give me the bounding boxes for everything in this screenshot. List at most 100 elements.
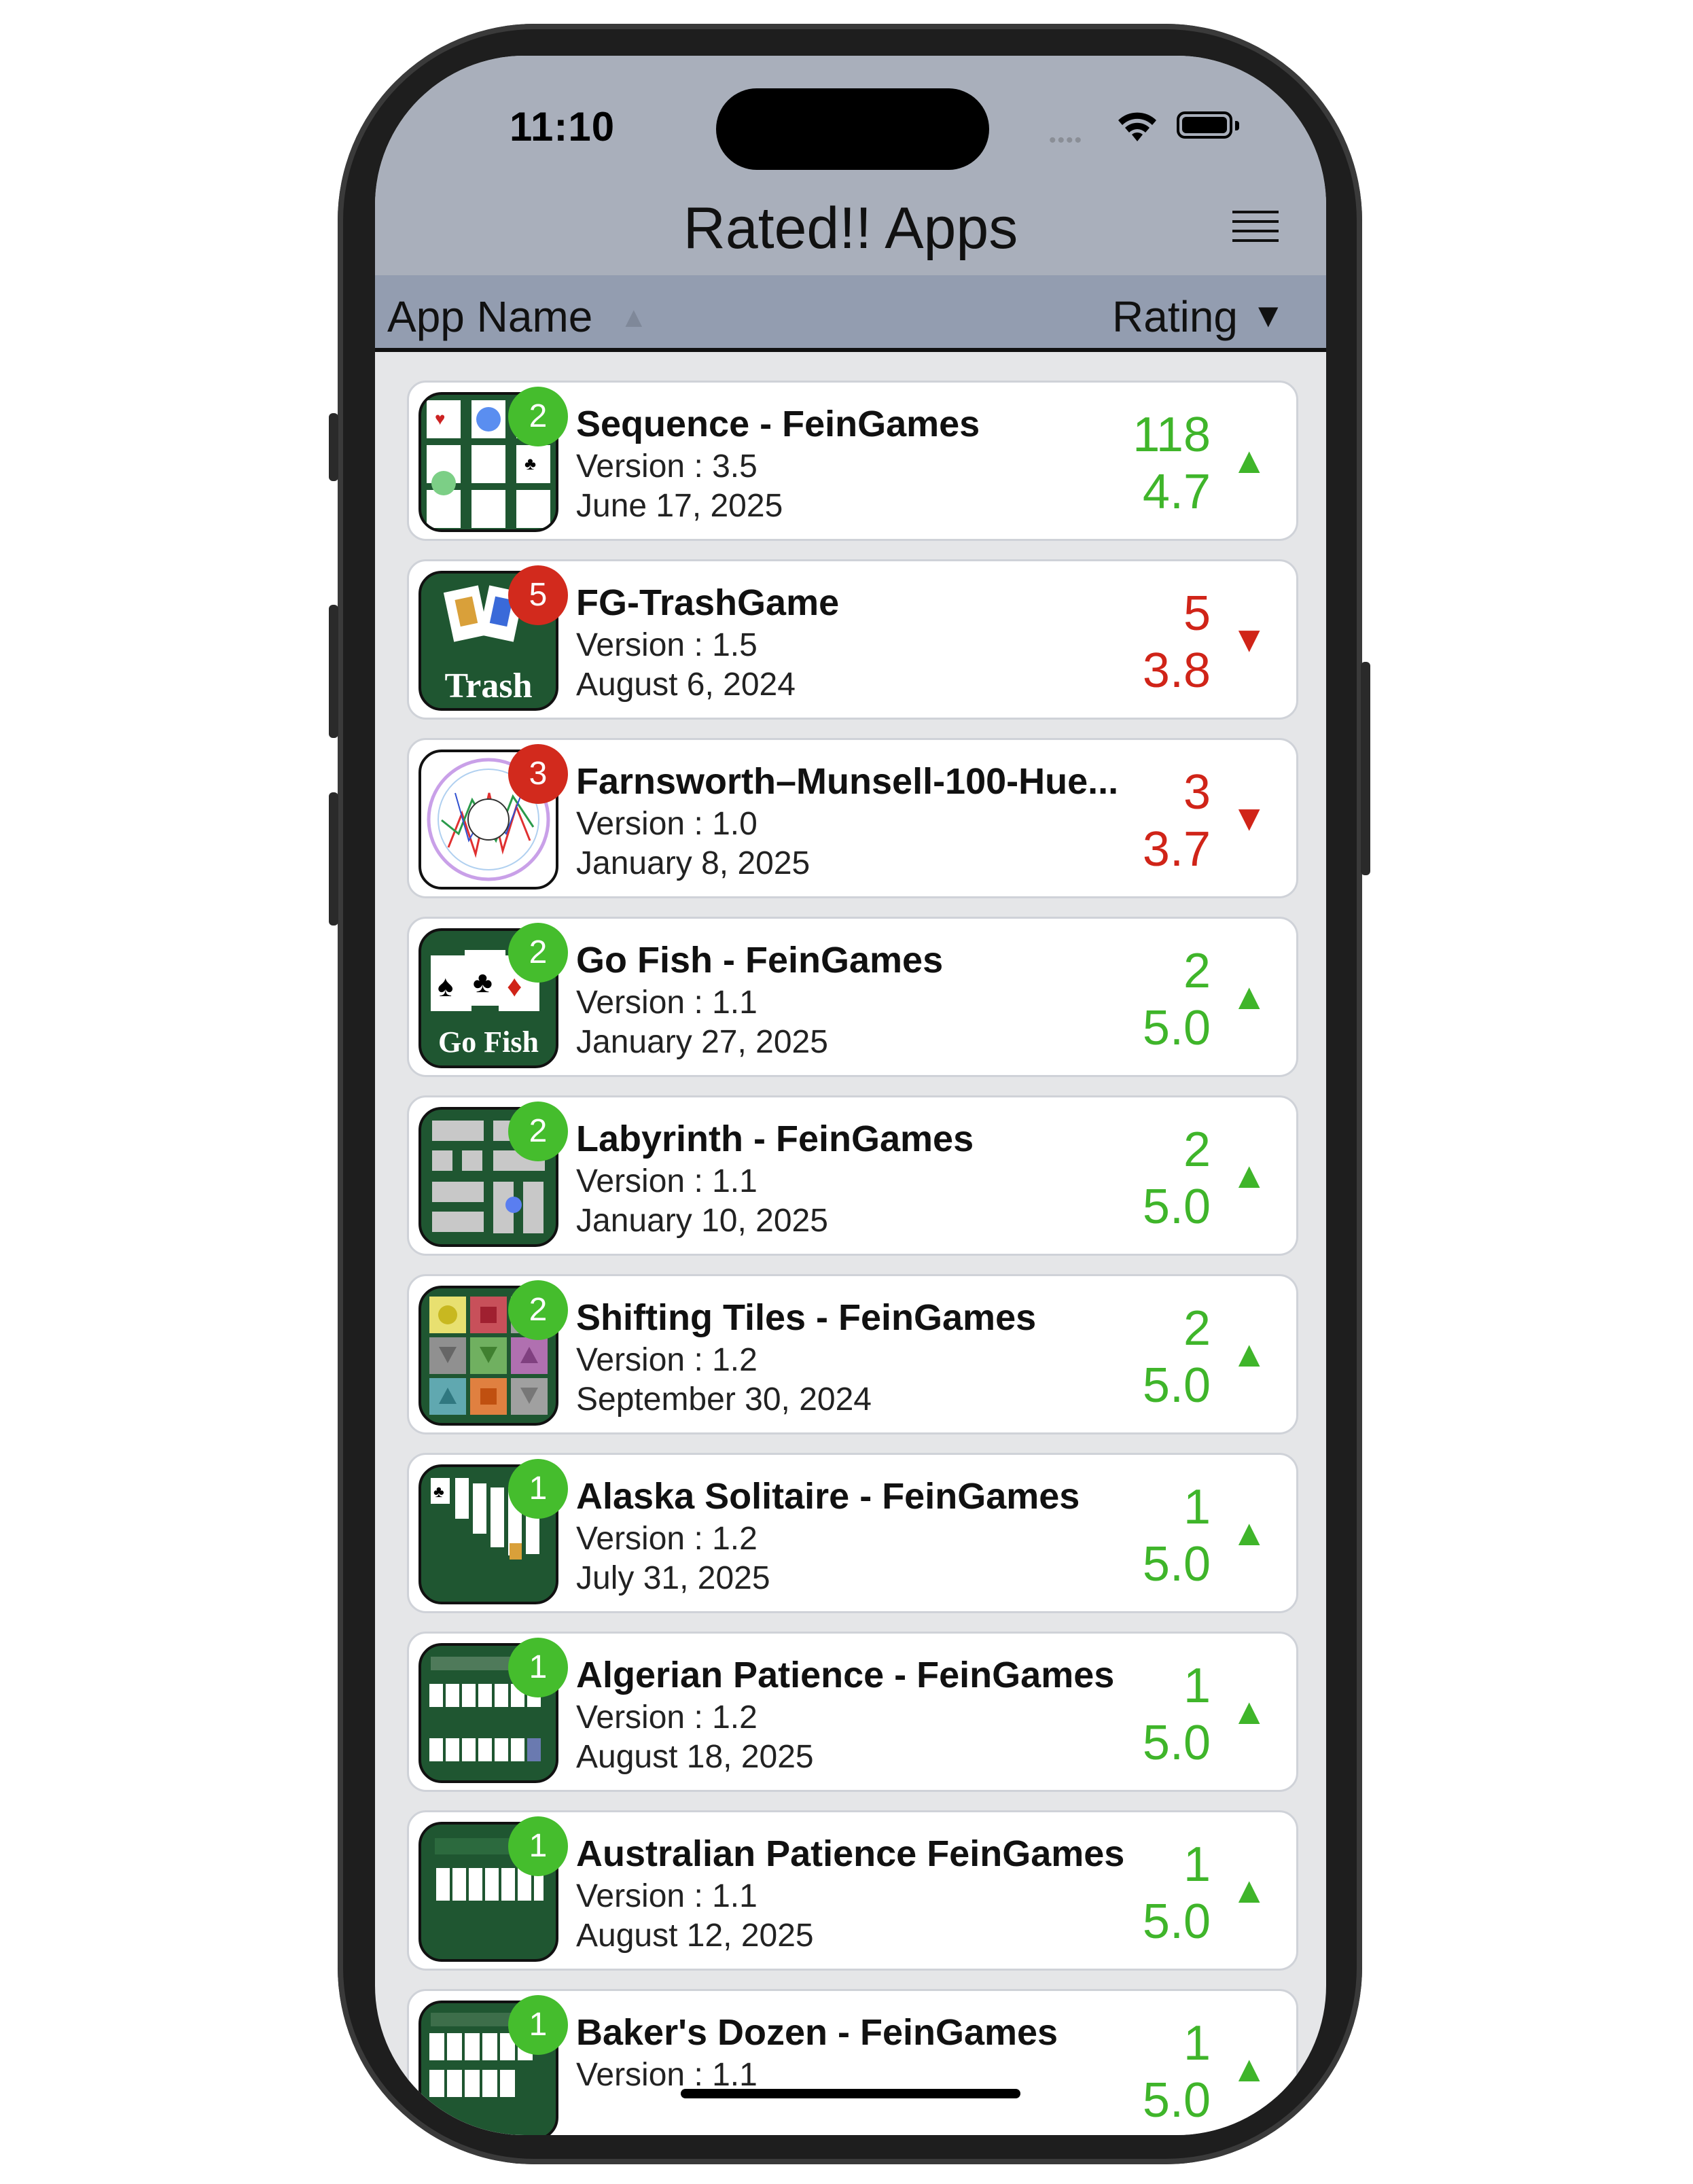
list-item[interactable]: ♠ ♣ ♦ Go Fish 2 Go Fish - FeinGames Vers…	[407, 917, 1298, 1077]
average-rating: 5.0	[1142, 1537, 1211, 1591]
average-rating: 5.0	[1142, 1716, 1211, 1770]
rating-count-badge: 2	[508, 387, 568, 446]
trend-down-icon: ▼	[1231, 619, 1268, 660]
sort-bar: App Name ▲ Rating ▼	[375, 275, 1326, 352]
svg-text:♣: ♣	[473, 966, 493, 999]
app-name: Baker's Dozen - FeinGames	[576, 2012, 1058, 2053]
app-date: January 10, 2025	[576, 1203, 828, 1239]
rating-count-badge: 1	[508, 1995, 568, 2055]
rating-count: 5	[1183, 586, 1211, 641]
rating-count: 1	[1183, 1837, 1211, 1892]
trend-up-icon: ▲	[1231, 440, 1268, 481]
app-name: FG-TrashGame	[576, 582, 840, 623]
list-item[interactable]: ♥ ♣ 2 Sequence - FeinGames Version : 3.5 …	[407, 381, 1298, 541]
average-rating: 5.0	[1142, 1001, 1211, 1055]
app-date: August 12, 2025	[576, 1918, 814, 1954]
rating-count: 1	[1183, 1659, 1211, 1713]
rating-count-badge: 3	[508, 744, 568, 804]
app-version: Version : 1.1	[576, 2057, 758, 2093]
average-rating: 5.0	[1142, 2073, 1211, 2128]
app-date: June 17, 2025	[576, 488, 783, 524]
app-version: Version : 1.2	[576, 1699, 758, 1736]
cellular-signal-icon: ••••	[1049, 129, 1084, 152]
trend-up-icon: ▲	[1231, 1513, 1268, 1553]
average-rating: 3.7	[1142, 822, 1211, 877]
rating-count: 3	[1183, 765, 1211, 820]
list-item[interactable]: 2 Labyrinth - FeinGames Version : 1.1 Ja…	[407, 1095, 1298, 1256]
dynamic-island	[716, 88, 989, 170]
rating-count-badge: 5	[508, 565, 568, 625]
app-name: Alaska Solitaire - FeinGames	[576, 1476, 1080, 1517]
rating-count-badge: 1	[508, 1459, 568, 1519]
trend-up-icon: ▲	[1231, 1334, 1268, 1375]
rating-count: 2	[1183, 1301, 1211, 1356]
app-version: Version : 3.5	[576, 448, 758, 485]
status-time: 11:10	[510, 104, 616, 149]
trend-up-icon: ▲	[1231, 1691, 1268, 1732]
trend-up-icon: ▲	[1231, 1870, 1268, 1911]
list-item[interactable]: ♣ 1 Alaska Solitaire - FeinGames Version…	[407, 1453, 1298, 1613]
app-date: January 8, 2025	[576, 845, 810, 881]
wifi-icon	[1118, 112, 1156, 141]
list-item[interactable]: 1 Baker's Dozen - FeinGames Version : 1.…	[407, 1989, 1298, 2135]
rating-count: 118	[1133, 408, 1211, 462]
sort-ascending-icon[interactable]: ▲	[620, 301, 648, 334]
svg-text:♣: ♣	[524, 453, 536, 474]
screen: 11:10 •••• Rated!! Apps App Name ▲ Ratin…	[375, 56, 1326, 2135]
trend-down-icon: ▼	[1231, 798, 1268, 839]
trend-up-icon: ▲	[1231, 2049, 1268, 2090]
title-bar: 11:10 •••• Rated!! Apps	[375, 56, 1326, 275]
app-version: Version : 1.1	[576, 1878, 758, 1914]
sort-by-rating-button[interactable]: Rating	[1112, 292, 1238, 342]
app-version: Version : 1.2	[576, 1342, 758, 1378]
sort-descending-icon[interactable]: ▼	[1251, 296, 1285, 335]
rating-count: 1	[1183, 2016, 1211, 2071]
app-name: Farnsworth–Munsell-100-Hue...	[576, 761, 1119, 802]
average-rating: 5.0	[1142, 1895, 1211, 1949]
volume-up-button	[329, 605, 338, 738]
hamburger-menu-icon[interactable]	[1232, 211, 1279, 251]
app-date: August 6, 2024	[576, 667, 796, 703]
power-button	[1361, 662, 1370, 875]
app-name: Shifting Tiles - FeinGames	[576, 1297, 1037, 1338]
svg-text:♥: ♥	[435, 408, 445, 429]
average-rating: 3.8	[1142, 644, 1211, 698]
icon-label: Go Fish	[438, 1025, 539, 1059]
sort-by-name-button[interactable]: App Name	[387, 292, 592, 342]
rating-count: 2	[1183, 1123, 1211, 1177]
rating-count-badge: 2	[508, 1280, 568, 1340]
trend-up-icon: ▲	[1231, 976, 1268, 1017]
app-date: September 30, 2024	[576, 1381, 872, 1417]
list-item[interactable]: 2 Shifting Tiles - FeinGames Version : 1…	[407, 1274, 1298, 1434]
list-item[interactable]: 3 Farnsworth–Munsell-100-Hue... Version …	[407, 738, 1298, 898]
app-version: Version : 1.5	[576, 627, 758, 663]
action-button	[329, 413, 338, 481]
app-name: Labyrinth - FeinGames	[576, 1119, 974, 1159]
battery-tip	[1235, 121, 1239, 130]
app-date: July 31, 2025	[576, 1560, 770, 1596]
icon-label: Trash	[444, 667, 532, 705]
app-name: Australian Patience FeinGames	[576, 1833, 1125, 1874]
rating-count-badge: 2	[508, 923, 568, 983]
app-name: Sequence - FeinGames	[576, 404, 980, 444]
average-rating: 5.0	[1142, 1180, 1211, 1234]
average-rating: 4.7	[1142, 465, 1211, 519]
rating-count: 1	[1183, 1480, 1211, 1534]
list-item[interactable]: 1 Australian Patience FeinGames Version …	[407, 1810, 1298, 1971]
page-title: Rated!! Apps	[683, 196, 1018, 261]
average-rating: 5.0	[1142, 1358, 1211, 1413]
home-indicator[interactable]	[681, 2089, 1020, 2098]
battery-icon	[1177, 111, 1232, 139]
svg-text:♣: ♣	[433, 1483, 444, 1501]
app-date: August 18, 2025	[576, 1739, 814, 1775]
svg-text:♠: ♠	[438, 970, 453, 1003]
rating-count-badge: 1	[508, 1638, 568, 1697]
app-date: January 27, 2025	[576, 1024, 828, 1060]
list-item[interactable]: Trash 5 FG-TrashGame Version : 1.5 Augus…	[407, 559, 1298, 720]
rating-count: 2	[1183, 944, 1211, 998]
app-version: Version : 1.1	[576, 985, 758, 1021]
app-version: Version : 1.0	[576, 806, 758, 842]
volume-down-button	[329, 792, 338, 926]
list-item[interactable]: 1 Algerian Patience - FeinGames Version …	[407, 1632, 1298, 1792]
trend-up-icon: ▲	[1231, 1155, 1268, 1196]
